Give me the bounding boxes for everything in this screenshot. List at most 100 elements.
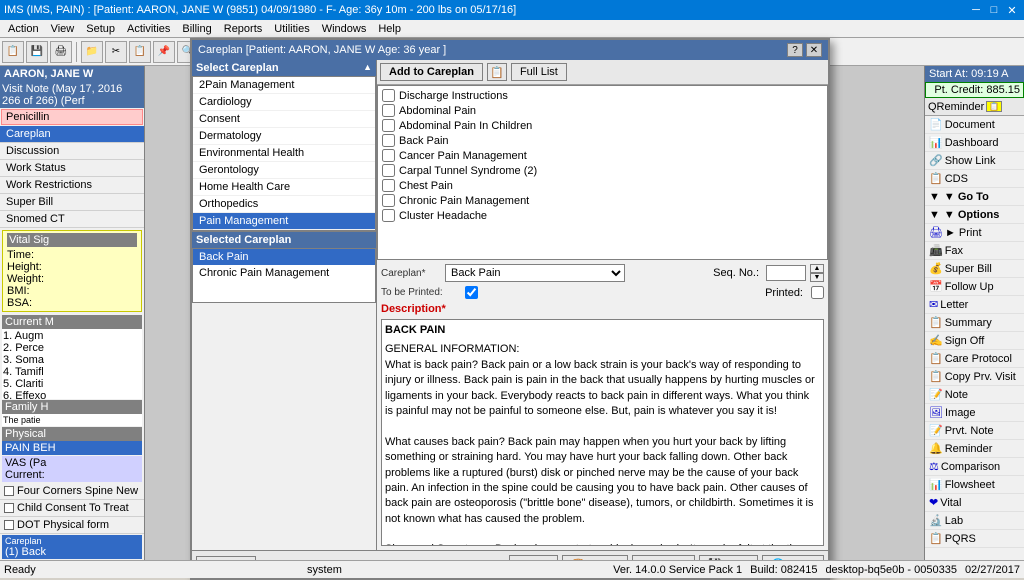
right-item-copy-prv[interactable]: 📋 Copy Prv. Visit [925, 368, 1024, 386]
seq-up-btn[interactable]: ▲ [810, 264, 824, 273]
careplan-list-item-pain-mgmt[interactable]: Pain Management [193, 213, 375, 230]
qreminder[interactable]: QReminder 📋 [925, 98, 1024, 116]
right-item-dashboard[interactable]: 📊 Dashboard [925, 134, 1024, 152]
menu-reports[interactable]: Reports [218, 22, 269, 36]
toolbar-btn-5[interactable]: ✂ [105, 41, 127, 63]
careplan-list-item-env-health[interactable]: Environmental Health [193, 145, 375, 162]
careplan-select[interactable]: Back Pain [445, 264, 625, 282]
bottom-sidebar-item-consent[interactable]: Child Consent To Treat [0, 500, 144, 517]
toolbar-btn-4[interactable]: 📁 [81, 41, 103, 63]
right-item-care-protocol[interactable]: 📋 Care Protocol [925, 350, 1024, 368]
minimize-button[interactable]: ─ [968, 2, 984, 18]
right-item-letter[interactable]: ✉ Letter [925, 296, 1024, 314]
checkbox-item-cluster[interactable]: Cluster Headache [380, 208, 825, 223]
right-item-superbill[interactable]: 💰 Super Bill [925, 260, 1024, 278]
menu-action[interactable]: Action [2, 22, 45, 36]
checkbox-dot[interactable] [4, 520, 14, 530]
checkbox-discharge[interactable] [382, 89, 395, 102]
menu-help[interactable]: Help [372, 22, 407, 36]
full-list-button[interactable]: Full List [511, 63, 567, 81]
careplan-list-item-orthopedics[interactable]: Orthopedics [193, 196, 375, 213]
sidebar-item-snomed[interactable]: Snomed CT [0, 211, 144, 228]
seq-down-btn[interactable]: ▼ [810, 273, 824, 282]
checkbox-chronic[interactable] [382, 194, 395, 207]
checkbox-carpal[interactable] [382, 164, 395, 177]
careplan-list-item-dermatology[interactable]: Dermatology [193, 128, 375, 145]
sidebar-item-careplan[interactable]: Careplan [0, 126, 144, 143]
right-item-lab[interactable]: 🔬 Lab [925, 512, 1024, 530]
right-item-options[interactable]: ▼ ▼ Options [925, 206, 1024, 224]
modal-help-button[interactable]: ? [787, 43, 803, 57]
checkbox-cluster[interactable] [382, 209, 395, 222]
careplan-list[interactable]: 2Pain Management Cardiology Consent Derm… [192, 76, 376, 231]
right-item-prvt-note[interactable]: 📝 Prvt. Note [925, 422, 1024, 440]
bottom-sidebar-item-dot[interactable]: DOT Physical form [0, 517, 144, 534]
description-title: BACK PAIN [385, 323, 820, 338]
checkbox-abdominal-children[interactable] [382, 119, 395, 132]
careplan-list-item-cardiology[interactable]: Cardiology [193, 94, 375, 111]
sidebar-item-discussion[interactable]: Discussion [0, 143, 144, 160]
menu-setup[interactable]: Setup [80, 22, 121, 36]
menu-windows[interactable]: Windows [316, 22, 373, 36]
menu-activities[interactable]: Activities [121, 22, 176, 36]
right-item-showlink[interactable]: 🔗 Show Link [925, 152, 1024, 170]
checkbox-chest[interactable] [382, 179, 395, 192]
checkbox-backpain[interactable] [382, 134, 395, 147]
menu-billing[interactable]: Billing [176, 22, 217, 36]
sidebar-item-work-restrictions[interactable]: Work Restrictions [0, 177, 144, 194]
checkbox-item-chest[interactable]: Chest Pain [380, 178, 825, 193]
checkbox-item-discharge[interactable]: Discharge Instructions [380, 88, 825, 103]
right-item-image[interactable]: 🖼 Image [925, 404, 1024, 422]
sidebar-item-super-bill[interactable]: Super Bill [0, 194, 144, 211]
right-item-cds[interactable]: 📋 CDS [925, 170, 1024, 188]
right-item-note[interactable]: 📝 Note [925, 386, 1024, 404]
toolbar-btn-6[interactable]: 📋 [129, 41, 151, 63]
toolbar-btn-3[interactable]: 🖨 [50, 41, 72, 63]
right-item-signoff[interactable]: ✍ Sign Off [925, 332, 1024, 350]
toolbar-btn-2[interactable]: 💾 [26, 41, 48, 63]
checkbox-item-backpain[interactable]: Back Pain [380, 133, 825, 148]
close-button[interactable]: ✕ [1004, 2, 1020, 18]
checkbox-consent[interactable] [4, 503, 14, 513]
scroll-up-icon: ▲ [363, 62, 372, 72]
selected-careplan-list[interactable]: Back Pain Chronic Pain Management [192, 248, 376, 303]
to-be-printed-checkbox[interactable] [465, 286, 478, 299]
right-item-pqrs[interactable]: 📋 PQRS [925, 530, 1024, 548]
right-item-flowsheet[interactable]: 📊 Flowsheet [925, 476, 1024, 494]
menu-view[interactable]: View [45, 22, 81, 36]
checkbox-abdominal[interactable] [382, 104, 395, 117]
careplan-list-item-2pain[interactable]: 2Pain Management [193, 77, 375, 94]
printed-checkbox[interactable] [811, 286, 824, 299]
modal-close-x-button[interactable]: ✕ [806, 43, 822, 57]
checkbox-corners[interactable] [4, 486, 14, 496]
checkbox-item-chronic[interactable]: Chronic Pain Management [380, 193, 825, 208]
careplan-list-item-home-health[interactable]: Home Health Care [193, 179, 375, 196]
right-item-goto[interactable]: ▼ ▼ Go To [925, 188, 1024, 206]
right-item-fax[interactable]: 📠 Fax [925, 242, 1024, 260]
careplan-list-item-consent[interactable]: Consent [193, 111, 375, 128]
bottom-sidebar-item-corners[interactable]: Four Corners Spine New [0, 483, 144, 500]
right-item-summary[interactable]: 📋 Summary [925, 314, 1024, 332]
toolbar-btn-7[interactable]: 📌 [153, 41, 175, 63]
selected-item-chronic[interactable]: Chronic Pain Management [193, 265, 375, 281]
right-item-comparison[interactable]: ⚖ Comparison [925, 458, 1024, 476]
toolbar-btn-1[interactable]: 📋 [2, 41, 24, 63]
selected-item-backpain[interactable]: Back Pain [193, 249, 375, 265]
add-to-careplan-button[interactable]: Add to Careplan [380, 63, 483, 81]
checkbox-cancer[interactable] [382, 149, 395, 162]
right-item-print[interactable]: 🖨 ► Print [925, 224, 1024, 242]
checkbox-item-abdominal[interactable]: Abdominal Pain [380, 103, 825, 118]
seq-no-input[interactable] [766, 265, 806, 281]
checkbox-item-abdominal-children[interactable]: Abdominal Pain In Children [380, 118, 825, 133]
right-item-document[interactable]: 📄 Document [925, 116, 1024, 134]
right-item-followup[interactable]: 📅 Follow Up [925, 278, 1024, 296]
add-careplan-icon[interactable]: 📋 [487, 63, 507, 81]
checkbox-item-carpal[interactable]: Carpal Tunnel Syndrome (2) [380, 163, 825, 178]
sidebar-item-work-status[interactable]: Work Status [0, 160, 144, 177]
right-item-vital[interactable]: ❤ Vital [925, 494, 1024, 512]
careplan-list-item-gerontology[interactable]: Gerontology [193, 162, 375, 179]
right-item-reminder[interactable]: 🔔 Reminder [925, 440, 1024, 458]
menu-utilities[interactable]: Utilities [268, 22, 315, 36]
checkbox-item-cancer[interactable]: Cancer Pain Management [380, 148, 825, 163]
maximize-button[interactable]: □ [986, 2, 1002, 18]
